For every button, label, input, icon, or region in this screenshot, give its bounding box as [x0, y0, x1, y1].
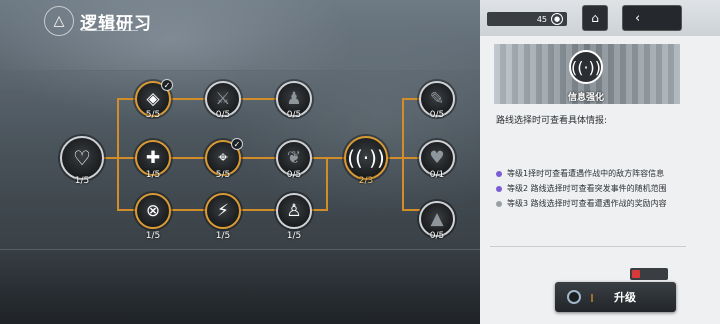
- skill-count: 0/5: [429, 110, 445, 120]
- connector: [402, 157, 420, 159]
- connector: [239, 209, 278, 211]
- skill-count: 1/5: [74, 176, 90, 186]
- back-button[interactable]: ‹: [622, 5, 682, 31]
- level-bullet: [496, 200, 502, 207]
- radio-signal-icon: ((·)): [347, 146, 385, 170]
- divider: [490, 246, 686, 247]
- title-underline: [82, 30, 138, 31]
- connector: [117, 98, 137, 100]
- crosshair-shield-icon: ⊗: [145, 200, 161, 221]
- skill-count: 0/5: [429, 231, 445, 241]
- effect-text: 等级1择时可查看遭遇作战中的敌方阵容信息: [507, 169, 665, 178]
- level-bullet: [496, 185, 502, 192]
- soldier-silhouette-icon: ♟: [286, 88, 302, 109]
- skill-count: 0/1: [429, 170, 445, 180]
- effect-text: 等级3 路线选择时可查看遭遇作战的奖励内容: [507, 199, 667, 208]
- skill-node-root[interactable]: ♡: [60, 136, 104, 180]
- skill-node-b3[interactable]: ⚡: [205, 193, 241, 229]
- level-bullet: [496, 170, 502, 177]
- skill-count: 5/5: [215, 170, 231, 180]
- upgrade-button[interactable]: ‖ 升级: [555, 282, 676, 312]
- skill-count: 0/5: [286, 110, 302, 120]
- skill-node-a3[interactable]: ⊗: [135, 193, 171, 229]
- skill-count: 5/5: [145, 110, 161, 120]
- skill-count: 0/5: [215, 110, 231, 120]
- skill-count: 1/5: [286, 231, 302, 241]
- home-button[interactable]: ⌂: [582, 5, 608, 31]
- effect-list: 等级1择时可查看遭遇作战中的敌方阵容信息 等级2 路线选择时可查看突发事件的随机…: [496, 166, 686, 211]
- grip-icon: ‖: [590, 292, 594, 302]
- effect-text: 等级2 路线选择时可查看突发事件的随机范围: [507, 184, 667, 193]
- connector: [169, 98, 207, 100]
- boots-icon: ▲: [430, 208, 444, 229]
- skill-count: 1/5: [145, 231, 161, 241]
- upgrade-icon: [567, 290, 581, 304]
- connector: [239, 157, 278, 159]
- connector: [310, 157, 346, 159]
- upgrade-label: 升级: [614, 291, 636, 304]
- diamond-target-icon: ◈: [146, 88, 160, 109]
- skill-count: 0/5: [286, 170, 302, 180]
- connector: [310, 209, 328, 211]
- skill-name: 信息强化: [567, 93, 604, 103]
- wrench-tool-icon: ✎: [429, 88, 445, 109]
- cost-badge: [630, 268, 668, 280]
- check-icon: ✓: [231, 138, 243, 150]
- skill-count: 2/3: [358, 176, 374, 186]
- connector: [402, 98, 404, 210]
- triangle-logo-icon: △: [44, 6, 74, 36]
- connector: [169, 209, 207, 211]
- skill-count: 1/5: [145, 170, 161, 180]
- skill-node-center-selected[interactable]: ((·)): [344, 136, 388, 180]
- effect-item: 等级1择时可查看遭遇作战中的敌方阵容信息: [496, 166, 686, 181]
- check-icon: ✓: [161, 79, 173, 91]
- connector: [239, 98, 278, 100]
- effect-item: 等级3 路线选择时可查看遭遇作战的奖励内容: [496, 196, 686, 211]
- connector: [326, 157, 328, 210]
- connector: [169, 157, 207, 159]
- skill-node-c3[interactable]: ♙: [276, 193, 312, 229]
- heartbeat-icon: ♡: [73, 146, 91, 170]
- stamina-value: 45: [536, 14, 547, 24]
- skill-description: 路线选择时可查看具体情报:: [496, 116, 608, 126]
- currency-icon: [632, 270, 640, 278]
- eye-icon[interactable]: ●: [551, 13, 563, 25]
- heart-plus-icon: ♥: [429, 147, 445, 168]
- back-arrow-icon: ‹: [635, 10, 641, 26]
- stamina-counter: 45 ●: [487, 12, 567, 26]
- page-header: △ 逻辑研习: [44, 6, 152, 36]
- standing-figure-icon: ♙: [286, 200, 302, 221]
- radio-signal-icon: ((·)): [569, 50, 603, 84]
- feather-shield-icon: ❦: [286, 147, 302, 168]
- connector: [117, 157, 137, 159]
- slash-blades-icon: ⚡: [217, 200, 229, 221]
- home-icon: ⌂: [591, 11, 599, 25]
- connector: [402, 209, 420, 211]
- connector: [117, 209, 137, 211]
- crossed-swords-icon: ⚔: [215, 88, 231, 109]
- target-crosshair-icon: ⌖: [218, 147, 228, 168]
- connector: [117, 98, 119, 210]
- connector: [402, 98, 420, 100]
- skill-count: 1/5: [215, 231, 231, 241]
- effect-item: 等级2 路线选择时可查看突发事件的随机范围: [496, 181, 686, 196]
- medic-cross-icon: ✚: [145, 147, 161, 168]
